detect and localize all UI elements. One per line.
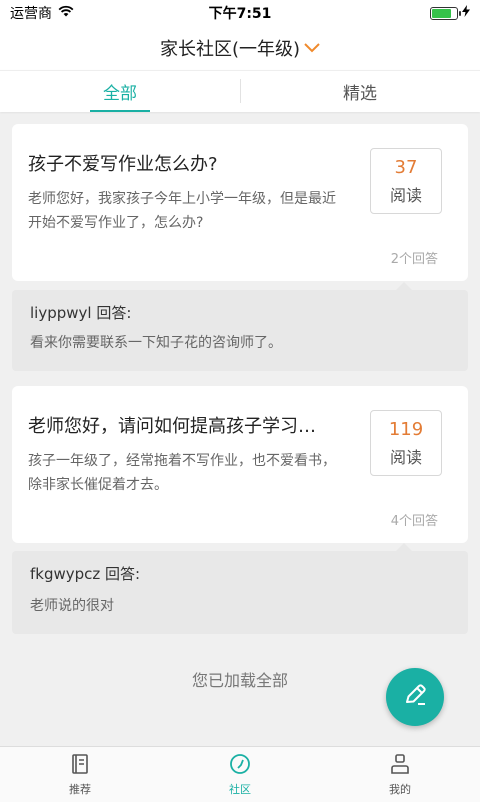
page-title[interactable]: 家长社区(一年级) [160,35,300,61]
answers-count[interactable]: 2个回答 [391,248,438,267]
status-right [430,5,470,21]
read-count-box: 37 阅读 [370,148,442,214]
nav-label: 社区 [229,782,251,796]
reply-author: liyppwyl 回答: [30,304,132,322]
nav-me[interactable]: 我的 [320,747,480,802]
reply-author: fkgwypcz 回答: [30,565,141,583]
pencil-icon [402,682,428,712]
reply-text: 看来你需要联系一下知子花的咨询师了。 [30,335,282,351]
post-card[interactable]: 老师您好，请问如何提高孩子学习… 孩子一年级了，经常拖着不写作业，也不爱看书，除… [12,386,468,543]
status-left: 运营商 [10,3,74,23]
compass-icon [229,753,251,778]
read-label: 阅读 [389,447,422,467]
tab-all[interactable]: 全部 [0,71,240,112]
reply-preview[interactable]: fkgwypcz 回答: 老师说的很对 [12,543,468,634]
post-card[interactable]: 孩子不爱写作业怎么办? 老师您好，我家孩子今年上小学一年级，但是最近开始不爱写作… [12,124,468,281]
nav-label: 我的 [389,782,411,796]
chevron-down-icon[interactable] [304,43,320,53]
battery-fill [432,8,452,18]
answers-count[interactable]: 4个回答 [391,510,438,529]
wifi-icon [58,5,74,21]
read-count: 37 [394,156,418,178]
read-label: 阅读 [389,185,422,205]
post-title[interactable]: 孩子不爱写作业怎么办? [28,150,348,176]
carrier-label: 运营商 [10,6,52,22]
compose-button[interactable] [386,668,444,726]
person-icon [389,753,411,778]
read-count-box: 119 阅读 [370,410,442,476]
bottom-nav: 推荐 社区 我的 [0,746,480,802]
reply-preview[interactable]: liyppwyl 回答: 看来你需要联系一下知子花的咨询师了。 [12,282,468,371]
status-bar: 运营商 下午7:51 [0,0,480,26]
battery-icon [430,6,461,20]
tab-bar: 全部 精选 [0,70,480,112]
tab-featured[interactable]: 精选 [240,71,480,112]
book-icon [69,753,91,778]
nav-recommend[interactable]: 推荐 [0,747,160,802]
nav-community[interactable]: 社区 [160,747,320,802]
page-header[interactable]: 家长社区(一年级) [0,26,480,70]
nav-label: 推荐 [69,782,91,796]
charging-icon [462,5,470,21]
reply-text: 老师说的很对 [30,598,114,614]
post-title[interactable]: 老师您好，请问如何提高孩子学习… [28,412,348,438]
post-body: 孩子一年级了，经常拖着不写作业，也不爱看书，除非家长催促着才去。 [28,453,336,493]
post-body: 老师您好，我家孩子今年上小学一年级，但是最近开始不爱写作业了，怎么办? [28,191,336,231]
read-count: 119 [388,418,424,440]
